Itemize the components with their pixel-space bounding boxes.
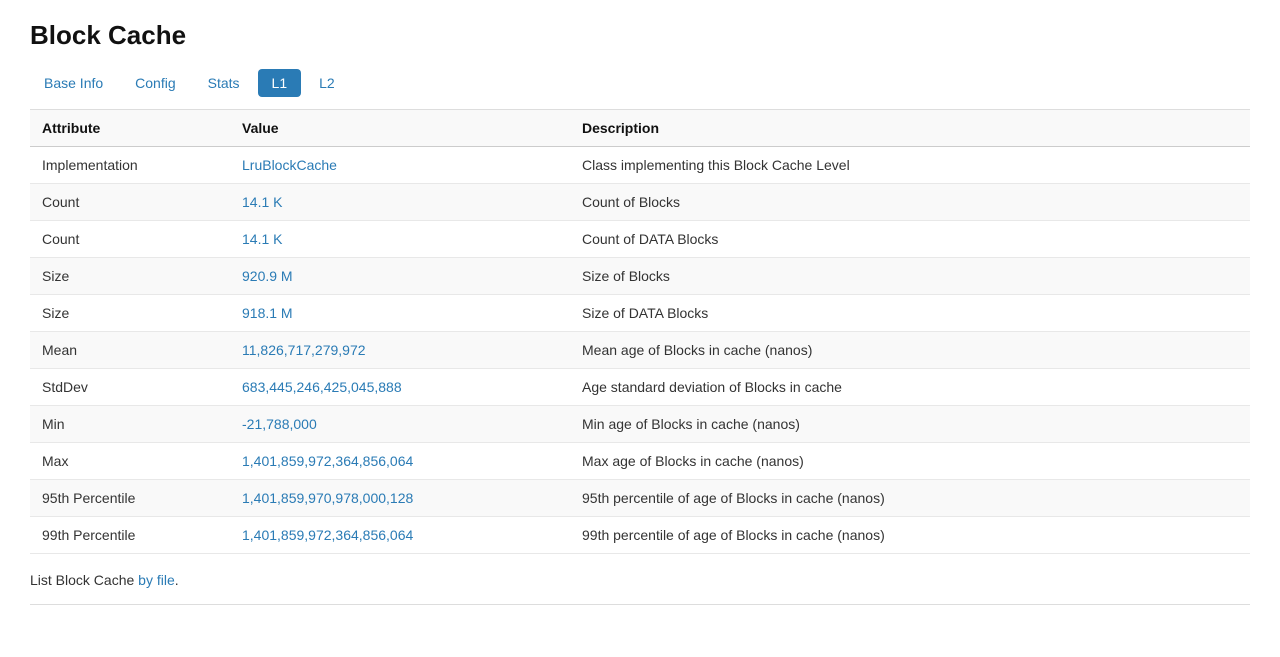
table-row: 99th Percentile 1,401,859,972,364,856,064… bbox=[30, 517, 1250, 554]
cell-attribute: Size bbox=[30, 295, 230, 332]
footer-by-file-link[interactable]: by file bbox=[138, 572, 175, 588]
value-text: 1,401,859,970,978,000,128 bbox=[242, 490, 413, 506]
table-body: Implementation LruBlockCache Class impleme… bbox=[30, 147, 1250, 554]
footer: List Block Cache by file. bbox=[30, 572, 1250, 588]
table-row: Size 920.9 M Size of Blocks bbox=[30, 258, 1250, 295]
cell-attribute: Mean bbox=[30, 332, 230, 369]
data-table-container: Attribute Value Description Implementati… bbox=[30, 109, 1250, 554]
cell-description: 95th percentile of age of Blocks in cach… bbox=[570, 480, 1250, 517]
footer-divider bbox=[30, 604, 1250, 605]
value-text: 14.1 K bbox=[242, 194, 282, 210]
value-text: -21,788,000 bbox=[242, 416, 317, 432]
cell-description: Class implementing this Block Cache Leve… bbox=[570, 147, 1250, 184]
attributes-table: Attribute Value Description Implementati… bbox=[30, 110, 1250, 554]
table-row: 95th Percentile 1,401,859,970,978,000,128… bbox=[30, 480, 1250, 517]
table-row: Count 14.1 K Count of Blocks bbox=[30, 184, 1250, 221]
table-header: Attribute Value Description bbox=[30, 110, 1250, 147]
cell-description: Count of Blocks bbox=[570, 184, 1250, 221]
cell-value: 683,445,246,425,045,888 bbox=[230, 369, 570, 406]
cell-attribute: Max bbox=[30, 443, 230, 480]
table-row: Implementation LruBlockCache Class impleme… bbox=[30, 147, 1250, 184]
cell-attribute: Count bbox=[30, 221, 230, 258]
cell-description: Mean age of Blocks in cache (nanos) bbox=[570, 332, 1250, 369]
cell-attribute: Min bbox=[30, 406, 230, 443]
tab-bar: Base Info Config Stats L1 L2 bbox=[30, 69, 1250, 97]
table-row: Max 1,401,859,972,364,856,064 Max age of B… bbox=[30, 443, 1250, 480]
col-header-value: Value bbox=[230, 110, 570, 147]
cell-value: -21,788,000 bbox=[230, 406, 570, 443]
value-text: 920.9 M bbox=[242, 268, 293, 284]
cell-value: 1,401,859,970,978,000,128 bbox=[230, 480, 570, 517]
tab-l1[interactable]: L1 bbox=[258, 69, 302, 97]
col-header-description: Description bbox=[570, 110, 1250, 147]
cell-description: Size of DATA Blocks bbox=[570, 295, 1250, 332]
cell-attribute: Size bbox=[30, 258, 230, 295]
value-text: 11,826,717,279,972 bbox=[242, 342, 366, 358]
cell-value: 14.1 K bbox=[230, 184, 570, 221]
table-row: Count 14.1 K Count of DATA Blocks bbox=[30, 221, 1250, 258]
page-title: Block Cache bbox=[30, 20, 1250, 51]
footer-text-before: List Block Cache bbox=[30, 572, 138, 588]
tab-l2[interactable]: L2 bbox=[305, 69, 349, 97]
value-text: 683,445,246,425,045,888 bbox=[242, 379, 402, 395]
cell-description: Max age of Blocks in cache (nanos) bbox=[570, 443, 1250, 480]
cell-value: 11,826,717,279,972 bbox=[230, 332, 570, 369]
cell-value: 1,401,859,972,364,856,064 bbox=[230, 443, 570, 480]
cell-description: Age standard deviation of Blocks in cach… bbox=[570, 369, 1250, 406]
value-text: 918.1 M bbox=[242, 305, 293, 321]
tab-config[interactable]: Config bbox=[121, 69, 189, 97]
cell-value: 1,401,859,972,364,856,064 bbox=[230, 517, 570, 554]
tab-base-info[interactable]: Base Info bbox=[30, 69, 117, 97]
cell-value: 14.1 K bbox=[230, 221, 570, 258]
cell-value: 920.9 M bbox=[230, 258, 570, 295]
col-header-attribute: Attribute bbox=[30, 110, 230, 147]
table-row: Min -21,788,000 Min age of Blocks in cache… bbox=[30, 406, 1250, 443]
value-text: 14.1 K bbox=[242, 231, 282, 247]
cell-attribute: 95th Percentile bbox=[30, 480, 230, 517]
footer-text-after: . bbox=[175, 572, 179, 588]
value-text: 1,401,859,972,364,856,064 bbox=[242, 453, 413, 469]
tab-stats[interactable]: Stats bbox=[194, 69, 254, 97]
cell-description: Size of Blocks bbox=[570, 258, 1250, 295]
cell-description: 99th percentile of age of Blocks in cach… bbox=[570, 517, 1250, 554]
cell-value[interactable]: LruBlockCache bbox=[230, 147, 570, 184]
cell-attribute: Implementation bbox=[30, 147, 230, 184]
cell-description: Min age of Blocks in cache (nanos) bbox=[570, 406, 1250, 443]
table-row: Mean 11,826,717,279,972 Mean age of Blocks… bbox=[30, 332, 1250, 369]
cell-attribute: Count bbox=[30, 184, 230, 221]
cell-value: 918.1 M bbox=[230, 295, 570, 332]
cell-description: Count of DATA Blocks bbox=[570, 221, 1250, 258]
table-row: Size 918.1 M Size of DATA Blocks bbox=[30, 295, 1250, 332]
value-link[interactable]: LruBlockCache bbox=[242, 157, 337, 173]
cell-attribute: StdDev bbox=[30, 369, 230, 406]
cell-attribute: 99th Percentile bbox=[30, 517, 230, 554]
value-text: 1,401,859,972,364,856,064 bbox=[242, 527, 413, 543]
table-row: StdDev 683,445,246,425,045,888 Age standar… bbox=[30, 369, 1250, 406]
